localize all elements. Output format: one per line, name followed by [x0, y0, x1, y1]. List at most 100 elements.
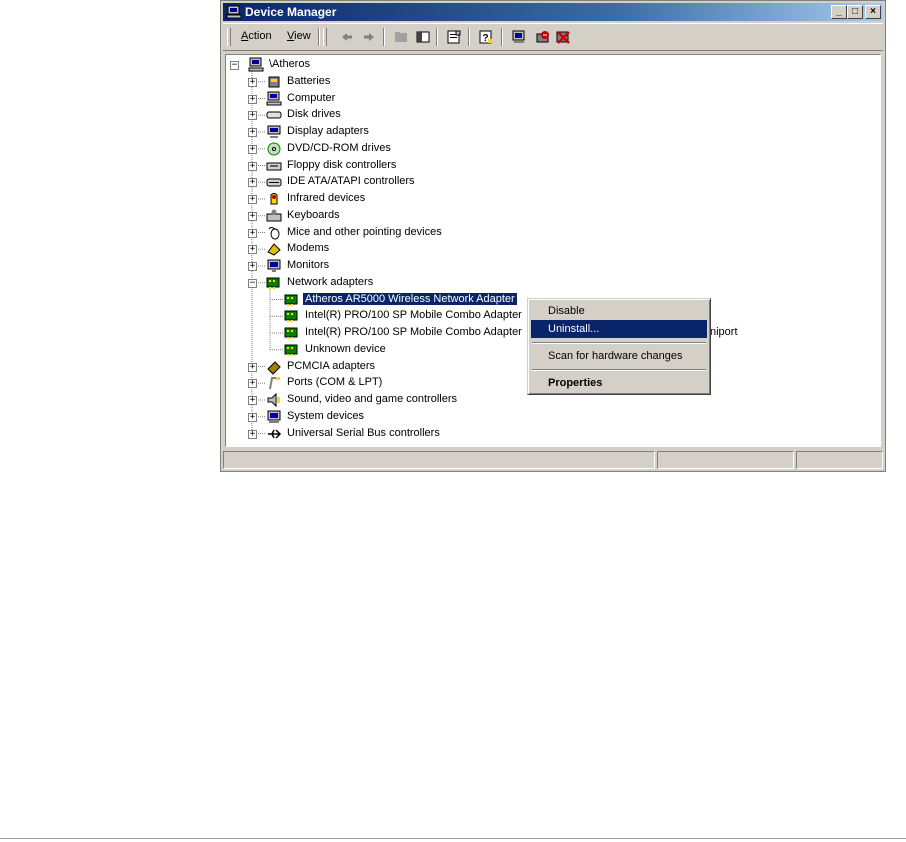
properties-icon[interactable]	[446, 29, 462, 45]
expand-icon[interactable]: +	[248, 379, 257, 389]
expand-icon[interactable]: +	[248, 362, 257, 372]
scan-hardware-icon[interactable]	[511, 29, 527, 45]
tree-item-label: Ports (COM & LPT)	[287, 376, 383, 389]
truncated-device-text: niport	[710, 326, 738, 338]
expand-icon[interactable]: +	[248, 144, 257, 154]
expand-icon[interactable]: +	[248, 111, 257, 121]
title-bar[interactable]: Device Manager _ □ ×	[223, 3, 883, 21]
network-icon	[284, 294, 298, 306]
keyboard-icon	[266, 209, 282, 222]
network-icon	[266, 277, 280, 289]
expand-icon[interactable]: +	[248, 94, 257, 104]
tree-item-label: Computer	[287, 91, 336, 104]
expand-icon[interactable]: +	[248, 396, 257, 405]
display-icon	[267, 125, 281, 138]
forward-icon[interactable]	[361, 29, 377, 45]
menu-item-uninstall[interactable]: Uninstall...	[531, 320, 707, 338]
toolbar-separator	[318, 28, 320, 46]
maximize-button[interactable]: □	[847, 5, 863, 19]
expand-icon[interactable]: +	[248, 228, 257, 238]
device-manager-window: Device Manager _ □ × Action View ? \Athe…	[220, 0, 886, 472]
help-icon[interactable]: ?	[478, 29, 494, 45]
expand-icon[interactable]: +	[248, 178, 257, 188]
menu-action[interactable]: Action	[241, 30, 272, 42]
tree-item-label: System devices	[287, 409, 365, 422]
expand-icon[interactable]: +	[248, 77, 257, 87]
status-panel	[223, 451, 655, 469]
expand-icon[interactable]: +	[248, 262, 257, 271]
battery-icon	[268, 76, 280, 88]
tree-item-label: IDE ATA/ATAPI controllers	[287, 175, 415, 188]
collapse-icon[interactable]: −	[230, 61, 239, 70]
menu-separator	[532, 369, 706, 371]
tree-item-label: Atheros AR5000 Wireless Network Adapter	[303, 292, 517, 305]
tree-item-label: Batteries	[287, 74, 331, 87]
status-bar	[223, 451, 883, 469]
up-icon[interactable]	[393, 29, 409, 45]
ide-icon	[266, 178, 282, 187]
computer-icon	[248, 57, 264, 72]
tree-item-label: Monitors	[287, 259, 330, 271]
toolbar: Action View ?	[223, 23, 883, 51]
network-icon	[284, 310, 298, 323]
disable-device-icon[interactable]	[535, 29, 551, 45]
tree-item-label: Infrared devices	[287, 192, 366, 204]
expand-icon[interactable]: +	[248, 195, 257, 204]
network-icon	[284, 344, 298, 356]
status-panel	[796, 451, 883, 469]
device-manager-icon	[226, 5, 242, 19]
toolbar-separator	[468, 28, 470, 46]
tree-item-label: Universal Serial Bus controllers	[287, 426, 440, 439]
status-panel	[657, 451, 794, 469]
show-hide-tree-icon[interactable]	[415, 29, 431, 45]
infrared-icon	[270, 193, 278, 205]
tree-item-label: Display adapters	[287, 125, 369, 137]
expand-icon[interactable]: +	[248, 412, 257, 422]
dvd-icon	[267, 142, 281, 156]
tree-item-label: \Atheros	[269, 58, 310, 70]
toolbar-separator	[501, 28, 503, 46]
tree-item-label: Unknown device	[305, 342, 386, 355]
toolbar-separator	[383, 28, 385, 46]
computer-icon	[266, 91, 282, 105]
expand-icon[interactable]: +	[248, 245, 257, 255]
tree-item-label: Network adapters	[287, 275, 374, 288]
usb-icon	[268, 428, 282, 439]
disk-icon	[266, 111, 282, 119]
tree-item-label: Modems	[287, 242, 330, 255]
tree-item-label: Disk drives	[287, 108, 341, 121]
mouse-icon	[268, 226, 280, 239]
tree-item-label: Floppy disk controllers	[287, 158, 397, 171]
collapse-icon[interactable]: −	[248, 278, 257, 288]
sound-icon	[267, 392, 280, 408]
tree-item-label: Intel(R) PRO/100 SP Mobile Combo Adapter	[305, 326, 522, 338]
minimize-button[interactable]: _	[831, 5, 847, 19]
window-title: Device Manager	[245, 5, 337, 19]
modem-icon	[267, 243, 281, 256]
menu-item-properties[interactable]: Properties	[531, 374, 707, 392]
close-button[interactable]: ×	[865, 5, 881, 19]
tree-item-label: Sound, video and game controllers	[287, 393, 457, 405]
menu-item-disable[interactable]: Disable	[531, 302, 707, 320]
floppy-icon	[266, 162, 282, 170]
expand-icon[interactable]: +	[248, 429, 257, 439]
network-icon	[284, 327, 298, 339]
expand-icon[interactable]: +	[248, 128, 257, 137]
toolbar-grip[interactable]	[323, 28, 327, 46]
back-icon[interactable]	[339, 29, 355, 45]
tree-item-label: Keyboards	[287, 208, 340, 221]
tree-item-label: PCMCIA adapters	[287, 359, 376, 372]
context-menu: Disable Uninstall... Scan for hardware c…	[527, 298, 711, 395]
expand-icon[interactable]: +	[248, 211, 257, 221]
ports-icon	[269, 377, 280, 390]
menu-item-scan-hardware[interactable]: Scan for hardware changes	[531, 347, 707, 365]
toolbar-grip[interactable]	[227, 28, 231, 46]
tree-item-label: DVD/CD-ROM drives	[287, 141, 391, 154]
pcmcia-icon	[267, 360, 281, 375]
toolbar-separator	[436, 28, 438, 46]
uninstall-device-icon[interactable]	[555, 29, 571, 45]
expand-icon[interactable]: +	[248, 161, 257, 171]
tree-item-label: Intel(R) PRO/100 SP Mobile Combo Adapter	[305, 309, 522, 322]
menu-view[interactable]: View	[287, 30, 311, 42]
monitor-icon	[267, 259, 281, 272]
